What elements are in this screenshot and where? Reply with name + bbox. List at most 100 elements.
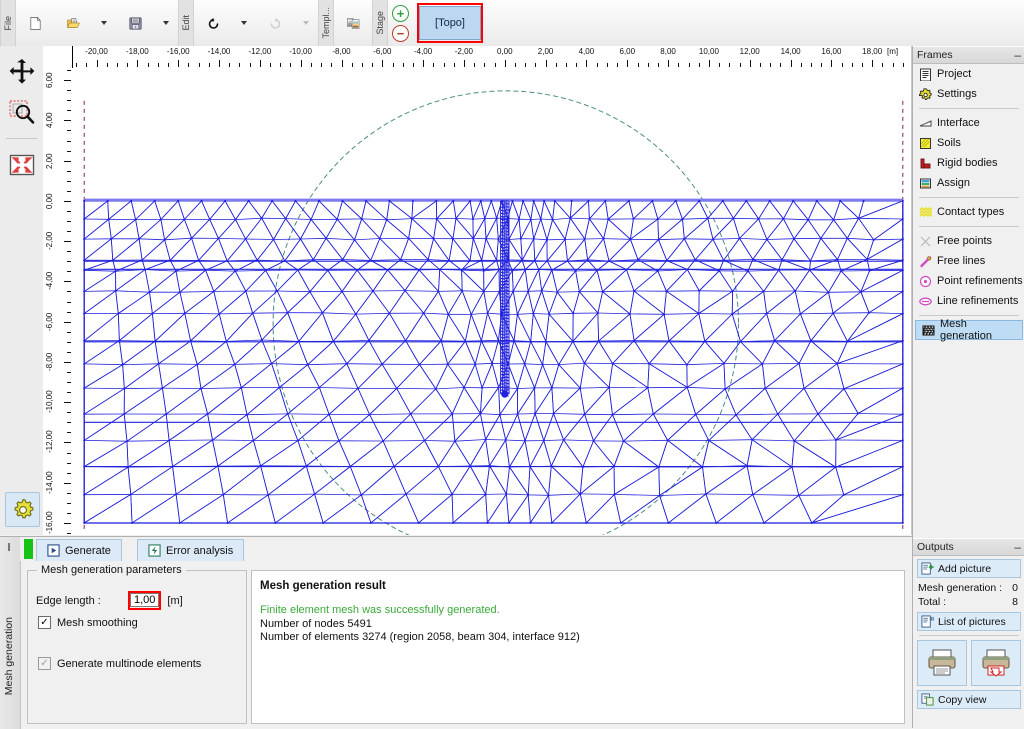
toolbar-group-templates-label: Templ... bbox=[318, 0, 334, 46]
assign-icon bbox=[919, 177, 932, 190]
add-stage-button[interactable]: + bbox=[392, 5, 409, 22]
save-dropdown-button[interactable] bbox=[155, 2, 177, 44]
panel-grip[interactable] bbox=[8, 543, 10, 551]
right-panel: Frames – Project Settings InterfaceSoils Ri… bbox=[912, 46, 1024, 728]
edge-length-unit: [m] bbox=[167, 595, 182, 607]
redo-button[interactable] bbox=[257, 2, 293, 44]
frames-panel-title: Frames bbox=[917, 49, 953, 61]
frame-rigid-bodies-label: Rigid bodies bbox=[937, 157, 998, 169]
tab-error-analysis[interactable]: Error analysis bbox=[137, 539, 244, 561]
frame-contact-types[interactable]: Contact types bbox=[913, 202, 1024, 222]
frames-divider bbox=[919, 315, 1019, 316]
new-file-button[interactable] bbox=[17, 2, 53, 44]
print-view-button[interactable] bbox=[971, 640, 1021, 686]
print-buttons-row bbox=[917, 640, 1021, 686]
frame-assign[interactable]: Assign bbox=[913, 173, 1024, 193]
free-lines-icon bbox=[919, 255, 932, 268]
open-file-button[interactable] bbox=[55, 2, 91, 44]
free-points-icon bbox=[919, 235, 932, 248]
frames-divider bbox=[919, 108, 1019, 109]
frame-interface[interactable]: Interface bbox=[913, 113, 1024, 133]
fit-screen-icon bbox=[9, 152, 35, 178]
outputs-divider bbox=[919, 635, 1019, 636]
redo-dropdown-button[interactable] bbox=[295, 2, 317, 44]
total-count-value: 8 bbox=[1012, 596, 1018, 608]
frame-contact-types-label: Contact types bbox=[937, 206, 1004, 218]
frames-panel-header: Frames – bbox=[913, 46, 1024, 64]
output-row-total: Total : 8 bbox=[913, 595, 1024, 609]
zoom-rectangle-icon bbox=[9, 100, 35, 126]
bottom-panel: Mesh generation Generate Error analysis … bbox=[0, 536, 912, 729]
generate-multinode-row: ✓ Generate multinode elements bbox=[38, 657, 201, 670]
generate-multinode-checkbox: ✓ bbox=[38, 657, 51, 670]
frame-settings-label: Settings bbox=[937, 88, 977, 100]
stage-topo-button[interactable]: [Topo] bbox=[419, 6, 481, 40]
frame-project[interactable]: Project bbox=[913, 64, 1024, 84]
printer-view-icon bbox=[980, 648, 1012, 678]
frame-free-lines-label: Free lines bbox=[937, 255, 985, 267]
horizontal-ruler: -20,00-18,00-16,00-14,00-12,00-10,00-8,0… bbox=[43, 46, 911, 69]
stage-controls: + − bbox=[388, 0, 413, 46]
frame-free-points[interactable]: Free points bbox=[913, 231, 1024, 251]
undo-dropdown-button[interactable] bbox=[233, 2, 255, 44]
templates-icon bbox=[347, 17, 360, 30]
vertical-ruler: 6,004,002,000,00-2,00-4,00-6,00-8,00-10,… bbox=[43, 46, 73, 535]
frame-line-refinements[interactable]: Line refinements bbox=[913, 291, 1024, 311]
topo-stage-highlight: [Topo] bbox=[417, 3, 483, 43]
mesh-smoothing-row[interactable]: ✓ Mesh smoothing bbox=[38, 616, 138, 629]
frame-free-lines[interactable]: Free lines bbox=[913, 251, 1024, 271]
frame-rigid-bodies[interactable]: Rigid bodies bbox=[913, 153, 1024, 173]
copy-view-button[interactable]: Copy view bbox=[917, 690, 1021, 709]
toolbar-group-file bbox=[16, 0, 178, 46]
templates-button[interactable] bbox=[335, 2, 371, 44]
remove-stage-button[interactable]: − bbox=[392, 25, 409, 42]
group-label-stage: Stage bbox=[375, 11, 385, 35]
mesh-generation-result-title: Mesh generation result bbox=[260, 580, 386, 592]
application-window: File bbox=[0, 0, 1024, 728]
plus-icon: + bbox=[397, 7, 405, 20]
frame-soils[interactable]: Soils bbox=[913, 133, 1024, 153]
group-label-edit: Edit bbox=[181, 15, 191, 31]
add-picture-icon bbox=[921, 562, 934, 575]
tab-generate-label: Generate bbox=[65, 545, 111, 557]
open-dropdown-button[interactable] bbox=[93, 2, 115, 44]
add-picture-button[interactable]: Add picture bbox=[917, 559, 1021, 578]
redo-arrow-icon bbox=[269, 17, 282, 30]
rigid-bodies-icon bbox=[919, 157, 932, 170]
main-toolbar: File bbox=[0, 0, 1024, 47]
undo-arrow-icon bbox=[207, 17, 220, 30]
mesh-generation-success-text: Finite element mesh was successfully gen… bbox=[260, 604, 500, 616]
save-file-button[interactable] bbox=[117, 2, 153, 44]
tab-generate[interactable]: Generate bbox=[36, 539, 122, 561]
list-of-pictures-button[interactable]: List of pictures bbox=[917, 612, 1021, 631]
view-settings-button[interactable] bbox=[5, 492, 40, 527]
interface-icon bbox=[919, 117, 932, 130]
outputs-minimize-button[interactable]: – bbox=[1014, 543, 1021, 551]
undo-button[interactable] bbox=[195, 2, 231, 44]
view-tool-rail bbox=[0, 46, 44, 535]
gear-icon bbox=[11, 498, 35, 522]
mesh-plot[interactable] bbox=[72, 68, 911, 535]
frame-settings[interactable]: Settings bbox=[913, 84, 1024, 104]
print-document-button[interactable] bbox=[917, 640, 967, 686]
mesh-generation-icon bbox=[922, 324, 935, 337]
pan-tool-button[interactable] bbox=[4, 53, 39, 88]
mesh-smoothing-checkbox[interactable]: ✓ bbox=[38, 616, 51, 629]
play-icon bbox=[47, 544, 60, 557]
frame-point-refinements[interactable]: Point refinements bbox=[913, 271, 1024, 291]
bottom-panel-side-strip: Mesh generation bbox=[0, 537, 21, 729]
fit-to-view-button[interactable] bbox=[4, 147, 39, 182]
outputs-panel-title: Outputs bbox=[917, 541, 954, 553]
mesh-elements-count-text: Number of elements 3274 (region 2058, be… bbox=[260, 631, 580, 643]
frames-minimize-button[interactable]: – bbox=[1014, 51, 1021, 59]
mesh-smoothing-label: Mesh smoothing bbox=[57, 617, 138, 629]
frame-mesh-generation[interactable]: Mesh generation bbox=[915, 320, 1023, 340]
frames-divider bbox=[919, 197, 1019, 198]
frame-assign-label: Assign bbox=[937, 177, 970, 189]
open-folder-icon bbox=[67, 17, 80, 30]
drawing-area[interactable]: -20,00-18,00-16,00-14,00-12,00-10,00-8,0… bbox=[43, 46, 912, 535]
tab-error-analysis-label: Error analysis bbox=[166, 545, 233, 557]
zoom-window-tool-button[interactable] bbox=[4, 95, 39, 130]
mesh-generation-count-label: Mesh generation : bbox=[918, 582, 1002, 594]
edge-length-input[interactable]: 1,00 bbox=[130, 593, 159, 607]
